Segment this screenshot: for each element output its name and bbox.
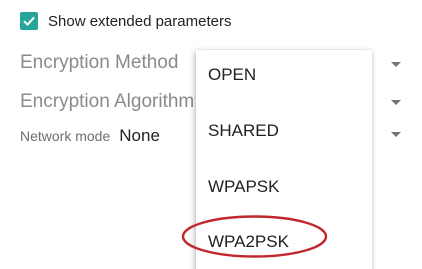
dropdown-option-wpa2psk[interactable]: WPA2PSK [196,218,372,266]
screen: Show extended parameters Encryption Meth… [0,0,422,269]
show-extended-parameters-checkbox[interactable] [20,12,38,30]
show-extended-parameters-row[interactable]: Show extended parameters [20,10,231,32]
dropdown-option-shared[interactable]: SHARED [196,107,372,155]
encryption-method-label[interactable]: Encryption Method [20,52,178,74]
dropdown-option-open[interactable]: OPEN [196,51,372,99]
network-mode-value[interactable]: None [119,126,160,146]
encryption-method-dropdown-menu: OPEN SHARED WPAPSK WPA2PSK [196,50,372,269]
show-extended-parameters-label: Show extended parameters [48,12,232,30]
network-mode-row[interactable]: Network mode None [20,126,160,146]
encryption-algorithm-label[interactable]: Encryption Algorithm [20,91,194,113]
dropdown-option-wpapsk[interactable]: WPAPSK [196,163,372,211]
network-mode-dropdown-arrow-icon[interactable] [391,132,401,137]
network-mode-label: Network mode [20,128,111,144]
check-icon [23,16,35,27]
encryption-method-dropdown-arrow-icon[interactable] [391,62,401,67]
encryption-algorithm-dropdown-arrow-icon[interactable] [391,100,401,105]
